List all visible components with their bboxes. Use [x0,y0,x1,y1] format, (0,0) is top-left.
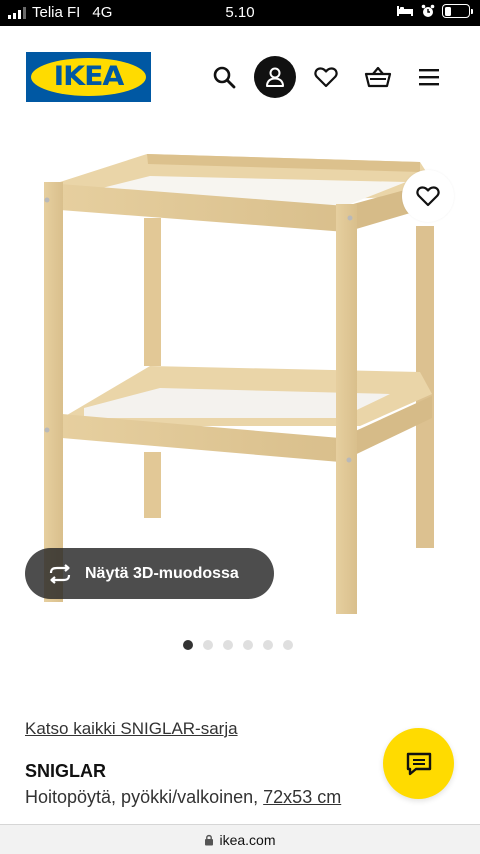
browser-url-bar[interactable]: ikea.com [0,824,480,854]
chat-button[interactable] [383,728,454,799]
rotate-3d-icon [49,563,71,584]
favourites-button[interactable] [312,56,340,98]
menu-icon [419,69,439,86]
gallery-pagination [183,640,293,650]
status-bar: Telia FI 4G 5.10 [0,0,480,26]
product-dimensions-link[interactable]: 72x53 cm [263,787,341,807]
pagination-dot[interactable] [283,640,293,650]
ikea-logo[interactable]: IKEA [26,52,151,102]
view-3d-label: Näytä 3D-muodossa [85,564,239,582]
pagination-dot[interactable] [243,640,253,650]
lock-icon [205,834,214,845]
heart-icon [314,67,338,88]
pagination-dot[interactable] [203,640,213,650]
status-right [396,4,473,18]
add-to-favourites-button[interactable] [402,170,454,222]
battery-icon [442,4,473,18]
url-domain: ikea.com [219,831,276,848]
pagination-dot[interactable] [183,640,193,650]
site-header: IKEA [0,26,480,126]
logo-text: IKEA [53,61,125,92]
pagination-dot[interactable] [263,640,273,650]
product-description: Hoitopöytä, pyökki/valkoinen, 72x53 cm [25,787,341,808]
basket-button[interactable] [363,56,393,98]
view-3d-button[interactable]: Näytä 3D-muodossa [25,548,274,599]
product-type: Hoitopöytä, pyökki/valkoinen, [25,787,259,807]
alarm-icon [421,4,435,17]
account-icon [266,67,284,87]
account-button[interactable] [254,56,296,98]
basket-icon [364,66,392,88]
pagination-dot[interactable] [223,640,233,650]
chat-icon [406,752,431,775]
menu-button[interactable] [415,56,443,98]
series-link[interactable]: Katso kaikki SNIGLAR-sarja [25,719,238,739]
bed-icon [397,6,413,16]
product-name: SNIGLAR [25,761,106,781]
search-button[interactable] [210,56,238,98]
heart-icon [416,186,440,207]
search-icon [213,66,236,89]
